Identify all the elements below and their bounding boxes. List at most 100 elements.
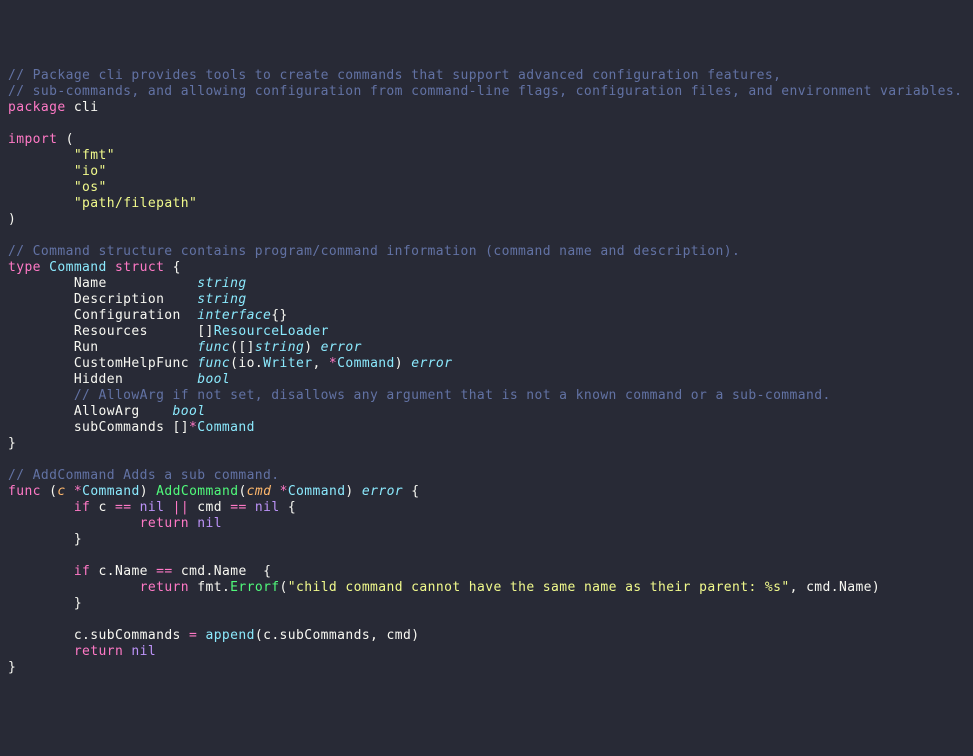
field-resources: Resources <box>8 324 197 339</box>
brace: { <box>403 484 419 499</box>
paren: ( <box>41 484 57 499</box>
type-func: func <box>197 340 230 355</box>
type-command: Command <box>82 484 140 499</box>
op-or: || <box>164 500 197 515</box>
op-eq: == <box>156 564 172 579</box>
type-func: func <box>197 356 230 371</box>
op-eq: == <box>230 500 246 515</box>
comment-line: // sub-commands, and allowing configurat… <box>8 84 962 99</box>
field-run: Run <box>8 340 197 355</box>
field-allowarg: AllowArg <box>8 404 173 419</box>
type-string: string <box>197 276 246 291</box>
type-error: error <box>312 340 361 355</box>
pkg-fmt: fmt <box>189 580 222 595</box>
dot: . <box>206 564 214 579</box>
param-cmd: cmd <box>247 484 272 499</box>
type-interface: interface <box>197 308 271 323</box>
field-configuration: Configuration <box>8 308 197 323</box>
keyword-func: func <box>8 484 41 499</box>
dot: . <box>831 580 839 595</box>
type-resourceloader: ResourceLoader <box>214 324 329 339</box>
field-customhelpfunc: CustomHelpFunc <box>8 356 197 371</box>
keyword-import: import <box>8 132 57 147</box>
type-command: Command <box>41 260 107 275</box>
paren: ) <box>140 484 156 499</box>
slice-bracket: [] <box>238 340 254 355</box>
var-c: c <box>263 628 271 643</box>
keyword-struct: struct <box>107 260 165 275</box>
import-path: "fmt" <box>74 148 115 163</box>
op-star: * <box>329 356 337 371</box>
var-c: c <box>8 628 82 643</box>
brace: { <box>164 260 180 275</box>
type-bool: bool <box>173 404 206 419</box>
keyword-return: return <box>140 580 189 595</box>
paren: ) <box>395 356 403 371</box>
var-cmd: cmd <box>173 564 206 579</box>
type-string: string <box>197 292 246 307</box>
keyword-return: return <box>74 644 123 659</box>
paren: ( <box>280 580 288 595</box>
braces: {} <box>271 308 287 323</box>
receiver-c: c <box>57 484 65 499</box>
type-string: string <box>255 340 304 355</box>
keyword-if: if <box>74 564 90 579</box>
prop-subcommands: subCommands <box>90 628 189 643</box>
slice-bracket: [] <box>197 324 213 339</box>
package-name: cli <box>66 100 99 115</box>
brace-close: } <box>8 532 82 547</box>
prop-name: Name <box>115 564 156 579</box>
field-name: Name <box>8 276 197 291</box>
op-star: * <box>189 420 197 435</box>
op-assign: = <box>189 628 197 643</box>
op-eq: == <box>115 500 131 515</box>
op-star: * <box>271 484 287 499</box>
arg: , cmd <box>370 628 411 643</box>
dot: . <box>255 356 263 371</box>
paren: ) <box>411 628 419 643</box>
prop-name: Name <box>214 564 255 579</box>
nil: nil <box>123 644 156 659</box>
var-cmd: cmd <box>197 500 230 515</box>
keyword-if: if <box>74 500 90 515</box>
brace: { <box>280 500 296 515</box>
sep: , <box>312 356 328 371</box>
comment-line: // Package cli provides tools to create … <box>8 68 781 83</box>
brace: { <box>255 564 271 579</box>
import-path: "path/filepath" <box>74 196 197 211</box>
slice-bracket: [] <box>173 420 189 435</box>
op-star: * <box>66 484 82 499</box>
paren-close: ) <box>8 212 16 227</box>
nil: nil <box>131 500 164 515</box>
type-command: Command <box>197 420 255 435</box>
var-c: c <box>90 564 106 579</box>
dot: . <box>222 580 230 595</box>
type-error: error <box>362 484 403 499</box>
prop-name: Name <box>839 580 872 595</box>
brace-close: } <box>8 436 16 451</box>
keyword-type: type <box>8 260 41 275</box>
brace-close: } <box>8 660 16 675</box>
type-error: error <box>403 356 452 371</box>
paren: ) <box>872 580 880 595</box>
type-command: Command <box>337 356 395 371</box>
paren: ( <box>57 132 73 147</box>
field-hidden: Hidden <box>8 372 197 387</box>
comment-line: // AddCommand Adds a sub command. <box>8 468 279 483</box>
field-description: Description <box>8 292 197 307</box>
paren: ) <box>345 484 361 499</box>
indent <box>8 644 74 659</box>
type-command: Command <box>288 484 346 499</box>
comment-line: // AllowArg if not set, disallows any ar… <box>8 388 831 403</box>
nil: nil <box>247 500 280 515</box>
dot: . <box>107 564 115 579</box>
prop-subcommands: subCommands <box>280 628 371 643</box>
brace-close: } <box>8 596 82 611</box>
comment-line: // Command structure contains program/co… <box>8 244 740 259</box>
code-editor[interactable]: // Package cli provides tools to create … <box>8 68 965 676</box>
string-literal: "child command cannot have the same name… <box>288 580 790 595</box>
import-path: "os" <box>74 180 107 195</box>
dot: . <box>82 628 90 643</box>
builtin-append: append <box>197 628 255 643</box>
arg: , cmd <box>790 580 831 595</box>
